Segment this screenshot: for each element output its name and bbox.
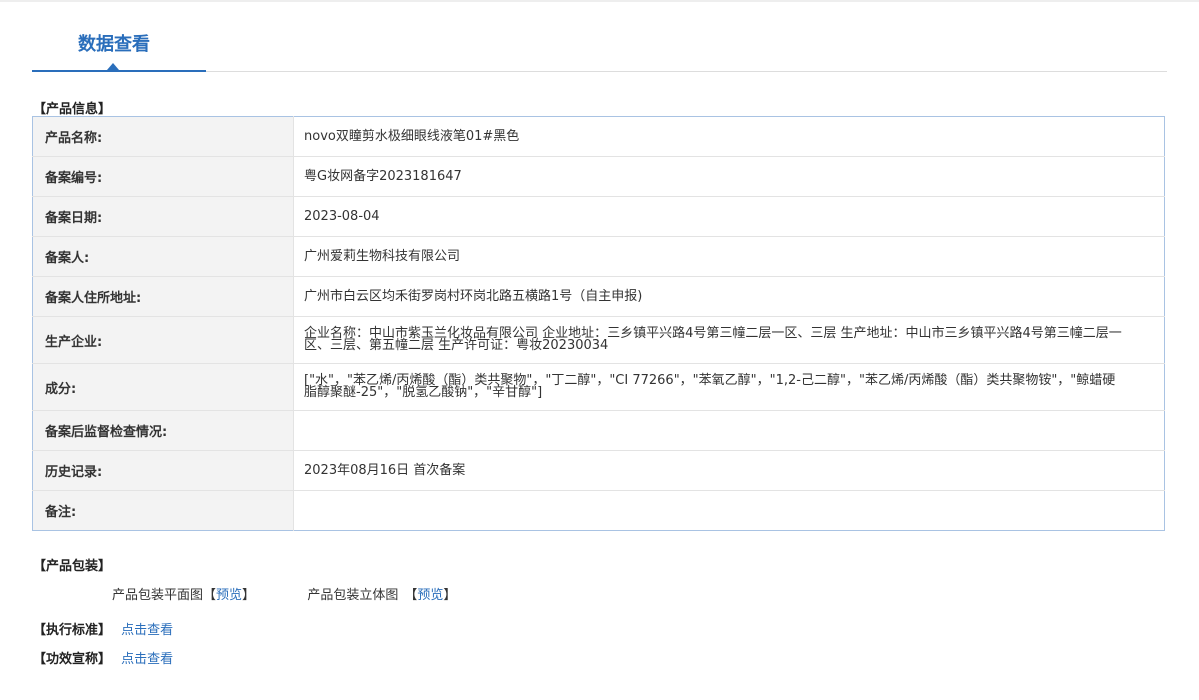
- product-info-table: 产品名称: novo双瞳剪水极细眼线液笔01#黑色 备案编号: 粤G妆网备字20…: [32, 116, 1165, 531]
- table-row: 产品名称: novo双瞳剪水极细眼线液笔01#黑色: [32, 116, 1165, 157]
- table-row: 备案日期: 2023-08-04: [32, 196, 1165, 237]
- packaging-heading: 【产品包装】: [33, 559, 112, 574]
- row-value: 广州爱莉生物科技有限公司: [293, 236, 1165, 277]
- bracket-open: 【: [203, 588, 217, 603]
- table-row: 成分: ["水"，"苯乙烯/丙烯酸（酯）类共聚物"，"丁二醇"，"CI 7726…: [32, 363, 1165, 411]
- bracket-close: 】: [443, 588, 457, 603]
- standard-row: 【执行标准】 点击查看: [33, 619, 173, 638]
- tab-data-view[interactable]: 数据查看: [78, 30, 150, 56]
- tab-bar: 数据查看: [32, 0, 1167, 73]
- flat-image-label: 产品包装平面图: [112, 588, 204, 603]
- row-value: [294, 491, 1165, 531]
- row-label: 备案人住所地址:: [32, 276, 294, 317]
- active-tab-indicator: [32, 70, 206, 72]
- solid-image-label: 产品包装立体图: [307, 588, 399, 603]
- standard-heading: 【执行标准】: [33, 623, 112, 638]
- solid-preview-link[interactable]: 预览: [417, 584, 443, 603]
- flat-preview-link[interactable]: 预览: [216, 584, 242, 603]
- row-value: [293, 410, 1165, 451]
- table-row: 备案编号: 粤G妆网备字2023181647: [32, 156, 1165, 197]
- table-row: 备注:: [32, 490, 1165, 531]
- row-value: 2023-08-04: [293, 196, 1165, 237]
- table-row: 历史记录: 2023年08月16日 首次备案: [32, 450, 1165, 491]
- row-label: 备案后监督检查情况:: [32, 410, 294, 451]
- bracket-open: 【: [404, 588, 418, 603]
- row-label: 生产企业:: [32, 316, 294, 364]
- row-label: 备案编号:: [32, 156, 294, 197]
- row-label: 成分:: [32, 363, 294, 411]
- standard-view-link[interactable]: 点击查看: [121, 623, 173, 638]
- table-row: 备案后监督检查情况:: [32, 410, 1165, 451]
- efficacy-view-link[interactable]: 点击查看: [121, 652, 173, 667]
- row-label: 历史记录:: [32, 450, 294, 491]
- efficacy-heading: 【功效宣称】: [33, 652, 112, 667]
- row-label: 产品名称:: [32, 116, 294, 157]
- row-value: 企业名称：中山市紫玉兰化妆品有限公司 企业地址：三乡镇平兴路4号第三幢二层一区、…: [293, 316, 1165, 364]
- row-label: 备案人:: [32, 236, 294, 277]
- table-row: 生产企业: 企业名称：中山市紫玉兰化妆品有限公司 企业地址：三乡镇平兴路4号第三…: [32, 316, 1165, 364]
- row-label: 备注:: [32, 490, 294, 531]
- table-row: 备案人: 广州爱莉生物科技有限公司: [32, 236, 1165, 277]
- product-info-heading: 【产品信息】: [33, 102, 112, 117]
- packaging-links: 产品包装平面图【预览】 产品包装立体图 【预览】: [112, 584, 456, 603]
- row-value: 2023年08月16日 首次备案: [293, 450, 1165, 491]
- row-value: novo双瞳剪水极细眼线液笔01#黑色: [293, 116, 1165, 157]
- bracket-close: 】: [242, 588, 256, 603]
- table-row: 备案人住所地址: 广州市白云区均禾街罗岗村环岗北路五横路1号（自主申报): [32, 276, 1165, 317]
- efficacy-row: 【功效宣称】 点击查看: [33, 648, 173, 667]
- row-label: 备案日期:: [32, 196, 294, 237]
- row-value: 粤G妆网备字2023181647: [293, 156, 1165, 197]
- row-value: 广州市白云区均禾街罗岗村环岗北路五横路1号（自主申报): [293, 276, 1165, 317]
- caret-up-icon: [107, 63, 119, 70]
- row-value: ["水"，"苯乙烯/丙烯酸（酯）类共聚物"，"丁二醇"，"CI 77266"，"…: [293, 363, 1165, 411]
